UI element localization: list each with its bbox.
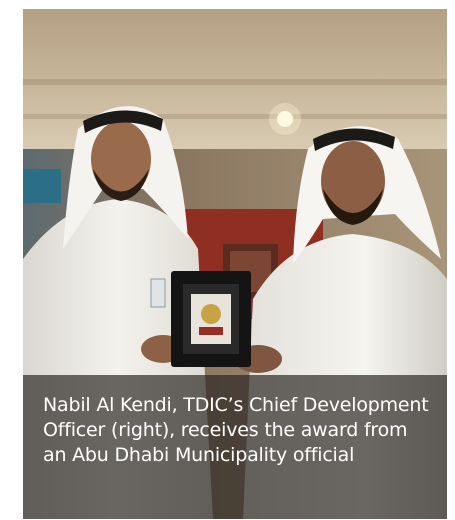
left-man-badge <box>150 278 166 308</box>
award-emblem <box>201 304 221 324</box>
left-sign <box>23 169 61 203</box>
ceiling-light <box>269 103 301 135</box>
ceiling-beam <box>23 114 447 119</box>
ceiling-beam <box>23 79 447 85</box>
photo-caption: Nabil Al Kendi, TDIC’s Chief Development… <box>23 375 447 519</box>
award-emblem-base <box>199 327 223 335</box>
photo-frame: Nabil Al Kendi, TDIC’s Chief Development… <box>23 9 447 519</box>
caption-text: Nabil Al Kendi, TDIC’s Chief Development… <box>43 394 429 466</box>
